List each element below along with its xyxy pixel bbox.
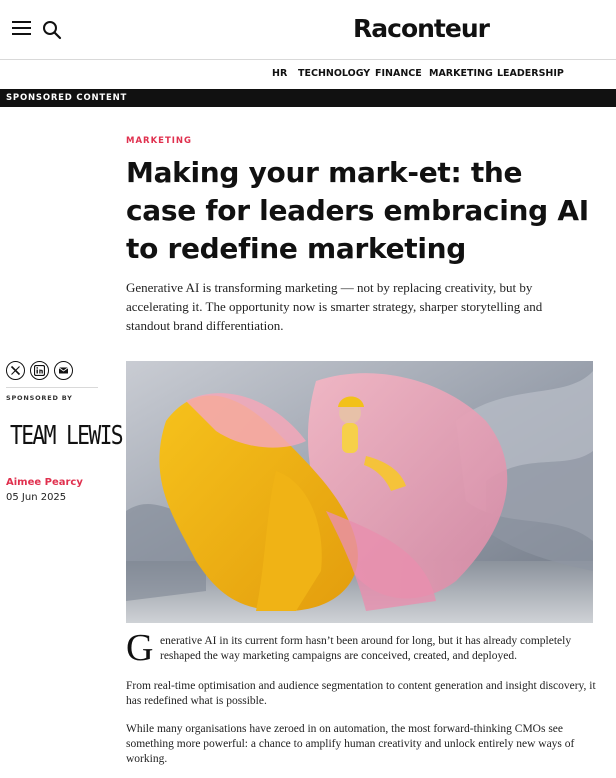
- article-paragraph: From real-time optimisation and audience…: [126, 680, 596, 707]
- sponsored-content-banner: SPONSORED CONTENT: [0, 89, 616, 107]
- email-share-icon[interactable]: [54, 361, 73, 380]
- article-category[interactable]: MARKETING: [126, 136, 192, 146]
- sidebar-divider: [6, 387, 98, 388]
- article-headline: Making your mark-et: the case for leader…: [126, 156, 589, 265]
- category-nav: HR TECHNOLOGY FINANCE MARKETING LEADERSH…: [0, 60, 616, 89]
- hero-image: [126, 361, 593, 623]
- linkedin-share-icon[interactable]: [30, 361, 49, 380]
- nav-item-leadership[interactable]: LEADERSHIP: [497, 68, 564, 79]
- article-paragraph: While many organisations have zeroed in …: [126, 723, 575, 765]
- publish-date: 05 Jun 2025: [6, 492, 67, 503]
- search-icon[interactable]: [42, 20, 62, 40]
- nav-item-marketing[interactable]: MARKETING: [429, 68, 493, 79]
- nav-item-hr[interactable]: HR: [272, 68, 287, 79]
- sponsor-logo[interactable]: TEAM LEWIS: [10, 421, 124, 451]
- site-header: Raconteur: [0, 0, 616, 60]
- sponsored-by-label: SPONSORED BY: [6, 394, 73, 402]
- article-standfirst: Generative AI is transforming marketing …: [126, 280, 543, 333]
- site-logo[interactable]: Raconteur: [353, 14, 490, 43]
- nav-item-finance[interactable]: FINANCE: [375, 68, 422, 79]
- article-paragraph: enerative AI in its current form hasn’t …: [160, 635, 572, 662]
- article-dropcap: G: [126, 627, 154, 669]
- hamburger-menu-icon[interactable]: [12, 21, 31, 37]
- sponsored-content-label: SPONSORED CONTENT: [6, 93, 128, 103]
- author-name[interactable]: Aimee Pearcy: [6, 477, 83, 488]
- nav-item-technology[interactable]: TECHNOLOGY: [298, 68, 370, 79]
- x-share-icon[interactable]: [6, 361, 25, 380]
